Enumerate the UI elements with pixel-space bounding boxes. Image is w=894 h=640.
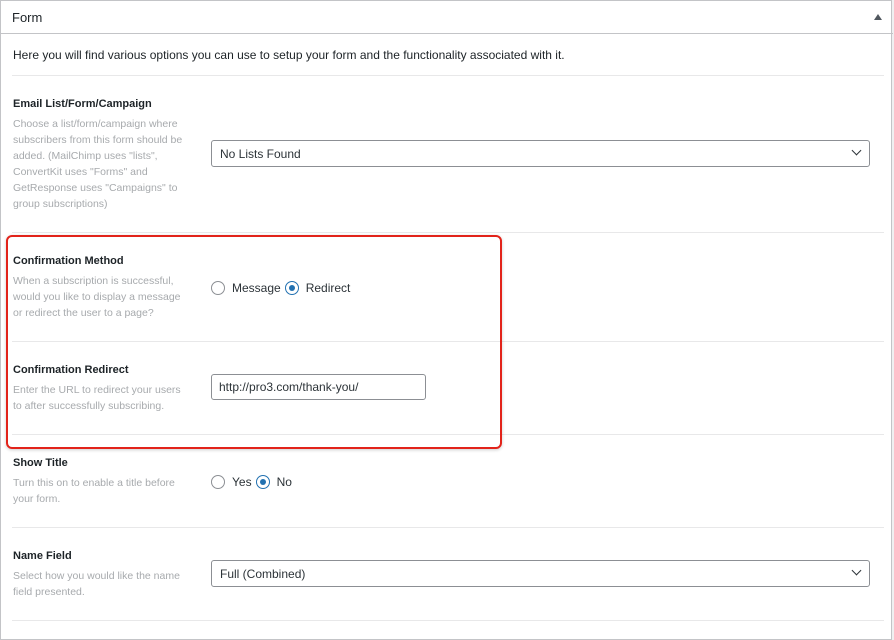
panel-header[interactable]: Form: [1, 1, 893, 34]
confirmation-method-label: Confirmation Method: [13, 255, 124, 267]
email-list-description: Choose a list/form/campaign where subscr…: [13, 118, 183, 210]
confirmation-redirect-url-value: http://pro3.com/thank-you/: [219, 380, 359, 394]
show-title-no-radio[interactable]: [255, 475, 270, 489]
confirmation-redirect-description: Enter the URL to redirect your users to …: [13, 384, 181, 412]
confirmation-method-redirect-radio[interactable]: [284, 281, 299, 295]
divider: [12, 232, 884, 233]
show-title-no-label[interactable]: No: [277, 475, 292, 489]
divider: [12, 75, 884, 76]
name-field-select[interactable]: Full (Combined): [211, 560, 870, 587]
confirmation-method-description: When a subscription is successful, would…: [13, 275, 181, 319]
form-settings-panel: Form Here you will find various options …: [0, 0, 893, 640]
show-title-label: Show Title: [13, 457, 68, 469]
email-list-select[interactable]: No Lists Found: [211, 140, 870, 167]
confirmation-redirect-label: Confirmation Redirect: [13, 364, 129, 376]
chevron-down-icon: [851, 145, 862, 156]
email-list-selected-value: No Lists Found: [220, 147, 301, 161]
show-title-description: Turn this on to enable a title before yo…: [13, 477, 175, 505]
show-title-yes-label[interactable]: Yes: [232, 475, 252, 489]
divider: [12, 527, 884, 528]
confirmation-method-message-radio[interactable]: [211, 281, 225, 295]
name-field-description: Select how you would like the name field…: [13, 570, 180, 598]
email-list-label: Email List/Form/Campaign: [13, 98, 152, 110]
confirmation-method-message-label[interactable]: Message: [232, 281, 281, 295]
panel-intro-text: Here you will find various options you c…: [13, 48, 565, 62]
confirmation-method-radio-group: Message Redirect: [211, 280, 354, 296]
confirmation-redirect-url-input[interactable]: http://pro3.com/thank-you/: [211, 374, 426, 400]
confirmation-method-redirect-label[interactable]: Redirect: [306, 281, 351, 295]
panel-title: Form: [12, 10, 43, 25]
chevron-down-icon: [851, 565, 862, 576]
name-field-selected-value: Full (Combined): [220, 567, 306, 581]
divider: [12, 620, 884, 621]
divider: [12, 434, 884, 435]
show-title-radio-group: Yes No: [211, 474, 296, 490]
show-title-yes-radio[interactable]: [211, 475, 225, 489]
collapse-toggle-icon[interactable]: [874, 14, 882, 20]
divider: [12, 341, 884, 342]
name-field-label: Name Field: [13, 550, 72, 562]
